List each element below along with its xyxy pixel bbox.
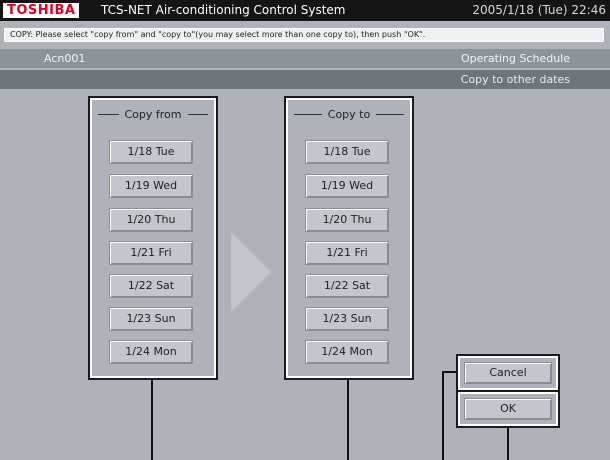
ok-button[interactable]: OK — [464, 398, 552, 420]
right-arrow-icon — [231, 232, 271, 312]
copy-to-date-button[interactable]: 1/22 Sat — [305, 274, 389, 298]
callout-line — [442, 371, 444, 460]
copy-to-date-button[interactable]: 1/20 Thu — [305, 208, 389, 232]
mode-bar: Copy to other dates — [0, 70, 610, 89]
system-title: TCS-NET Air-conditioning Control System — [101, 3, 346, 17]
copy-to-date-button[interactable]: 1/21 Fri — [305, 241, 389, 265]
copy-to-title: Copy to — [288, 108, 410, 121]
copy-from-date-button[interactable]: 1/18 Tue — [109, 140, 193, 164]
callout-line — [507, 428, 509, 460]
copy-to-date-button[interactable]: 1/24 Mon — [305, 340, 389, 364]
copy-to-title-text: Copy to — [321, 108, 377, 121]
datetime-display: 2005/1/18 (Tue) 22:46 — [472, 3, 606, 17]
copy-from-date-button[interactable]: 1/24 Mon — [109, 340, 193, 364]
toshiba-logo: TOSHIBA — [3, 3, 80, 18]
copy-from-date-button[interactable]: 1/20 Thu — [109, 208, 193, 232]
mode-name: Copy to other dates — [460, 73, 570, 86]
info-bar: Acn001 Operating Schedule — [0, 49, 610, 68]
copy-to-date-button[interactable]: 1/19 Wed — [305, 174, 389, 198]
copy-from-date-button[interactable]: 1/22 Sat — [109, 274, 193, 298]
copy-to-date-button[interactable]: 1/18 Tue — [305, 140, 389, 164]
title-bar: TOSHIBA TCS-NET Air-conditioning Control… — [0, 0, 610, 21]
cancel-button[interactable]: Cancel — [464, 362, 552, 384]
ok-button-frame: OK — [458, 392, 558, 426]
callout-line — [347, 380, 349, 460]
copy-from-date-button[interactable]: 1/19 Wed — [109, 174, 193, 198]
copy-to-panel: Copy to 1/18 Tue 1/19 Wed 1/20 Thu 1/21 … — [286, 98, 412, 378]
callout-line — [151, 380, 153, 460]
cancel-button-frame: Cancel — [458, 356, 558, 390]
copy-from-date-button[interactable]: 1/21 Fri — [109, 241, 193, 265]
callout-line — [442, 371, 456, 373]
unit-name: Acn001 — [44, 52, 86, 65]
copy-from-date-button[interactable]: 1/23 Sun — [109, 307, 193, 331]
copy-from-panel: Copy from 1/18 Tue 1/19 Wed 1/20 Thu 1/2… — [90, 98, 216, 378]
screen-name: Operating Schedule — [460, 52, 570, 65]
instruction-message: COPY: Please select "copy from" and "cop… — [4, 28, 604, 42]
copy-to-date-button[interactable]: 1/23 Sun — [305, 307, 389, 331]
copy-from-title-text: Copy from — [118, 108, 188, 121]
copy-from-title: Copy from — [92, 108, 214, 121]
